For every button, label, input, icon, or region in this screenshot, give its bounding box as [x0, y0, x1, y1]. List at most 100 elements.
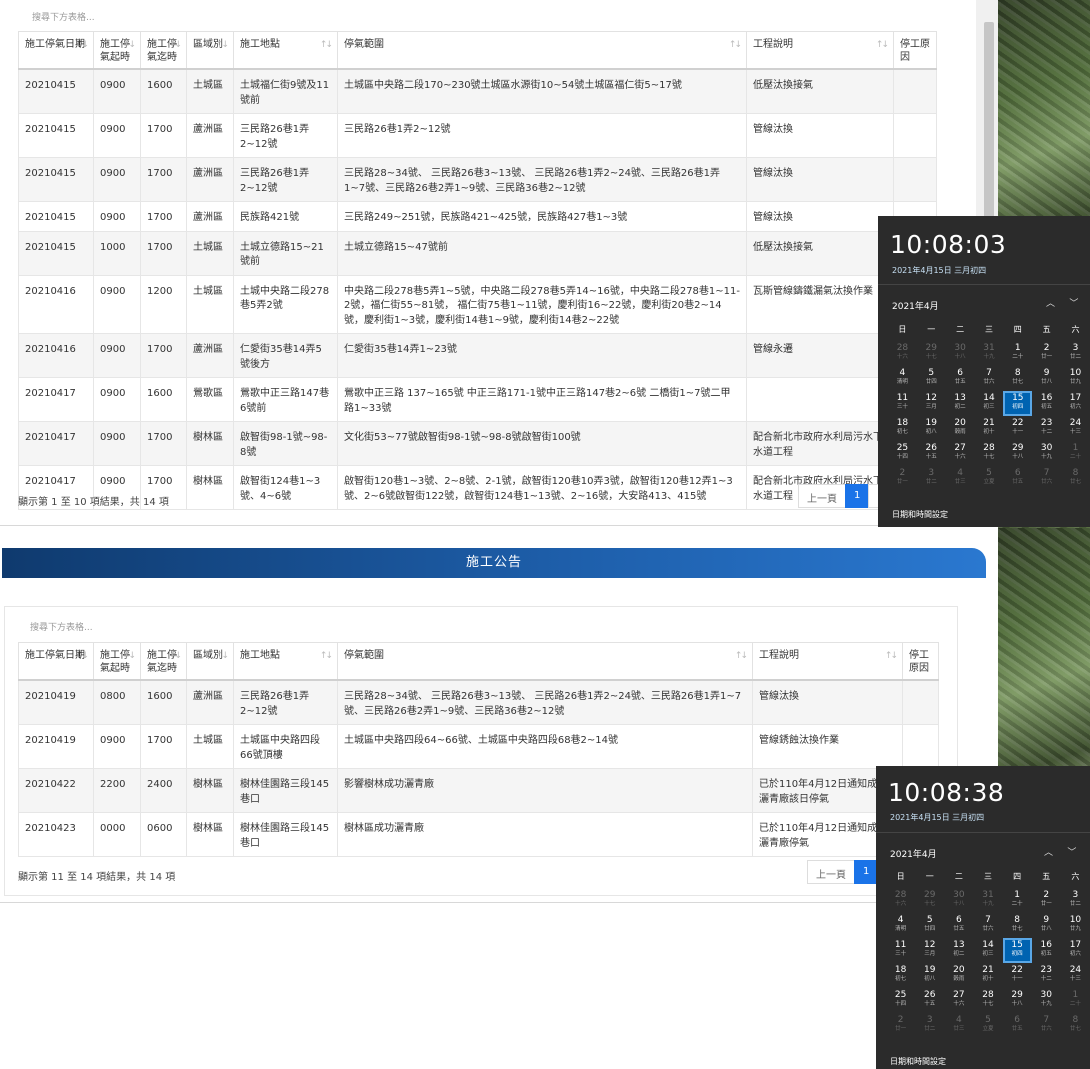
calendar-day[interactable]: 26 十五: [917, 441, 946, 466]
prev-page-button[interactable]: 上一頁: [798, 484, 846, 508]
calendar-day[interactable]: 6 廿五: [944, 913, 973, 938]
calendar-day[interactable]: 25 十四: [886, 988, 915, 1013]
calendar-day[interactable]: 23 十二: [1032, 963, 1061, 988]
calendar-day[interactable]: 16 初五: [1032, 938, 1061, 963]
calendar-day[interactable]: 25 十四: [888, 441, 917, 466]
calendar-day[interactable]: 6 廿五: [946, 366, 975, 391]
date-time-settings-link[interactable]: 日期和時間設定: [890, 1056, 946, 1067]
calendar-day[interactable]: 5 立夏: [975, 466, 1004, 491]
calendar-day[interactable]: 11 三十: [888, 391, 917, 416]
calendar-day[interactable]: 22 十一: [1003, 963, 1032, 988]
top-search-input[interactable]: 搜尋下方表格...: [32, 10, 95, 23]
header-col-description[interactable]: 工程說明 ↑↓: [752, 642, 903, 681]
header-col-district[interactable]: 區域別 ↑↓: [186, 31, 234, 70]
calendar-day[interactable]: 15 初四: [1002, 938, 1032, 963]
sort-arrows-icon[interactable]: ↑↓: [169, 40, 182, 51]
sort-arrows-icon[interactable]: ↑↓: [169, 651, 182, 662]
calendar-day[interactable]: 30 十九: [1032, 441, 1061, 466]
header-col-description[interactable]: 工程說明 ↑↓: [746, 31, 894, 70]
calendar-day[interactable]: 24 十三: [1061, 963, 1090, 988]
calendar-day[interactable]: 17 初六: [1061, 391, 1090, 416]
calendar-day[interactable]: 26 十五: [915, 988, 944, 1013]
page-button-1[interactable]: 1: [854, 860, 879, 884]
prev-page-button[interactable]: 上一頁: [807, 860, 855, 884]
calendar-day[interactable]: 7 廿六: [973, 913, 1002, 938]
calendar-day[interactable]: 23 十二: [1032, 416, 1061, 441]
sort-arrows-icon[interactable]: ↑↓: [320, 40, 333, 51]
calendar-day[interactable]: 14 初三: [975, 391, 1004, 416]
sort-arrows-icon[interactable]: ↑↓: [76, 40, 89, 51]
calendar-day[interactable]: 9 廿八: [1032, 913, 1061, 938]
clock-date-link[interactable]: 2021年4月15日 三月初四: [892, 265, 986, 276]
calendar-day[interactable]: 14 初三: [973, 938, 1002, 963]
calendar-day[interactable]: 18 初七: [888, 416, 917, 441]
calendar-day[interactable]: 3 廿二: [915, 1013, 944, 1038]
calendar-day[interactable]: 2 廿一: [1032, 341, 1061, 366]
header-col-reason[interactable]: 停工原因: [902, 642, 939, 681]
calendar-day[interactable]: 30 十八: [944, 888, 973, 913]
calendar-day[interactable]: 3 廿二: [1061, 341, 1090, 366]
page-button-1[interactable]: 1: [845, 484, 870, 508]
calendar-day[interactable]: 3 廿二: [917, 466, 946, 491]
calendar-day[interactable]: 13 初二: [946, 391, 975, 416]
calendar-day[interactable]: 21 初十: [973, 963, 1002, 988]
chevron-down-icon[interactable]: ﹀: [1067, 848, 1076, 858]
header-col-date[interactable]: 施工停氣日期 ↑↓: [18, 642, 94, 681]
chevron-up-icon[interactable]: ︿: [1044, 848, 1053, 858]
calendar-day[interactable]: 28 十七: [975, 441, 1004, 466]
calendar-day[interactable]: 1 二十: [1061, 988, 1090, 1013]
clock-date-link[interactable]: 2021年4月15日 三月初四: [890, 812, 984, 823]
calendar-day[interactable]: 28 十六: [886, 888, 915, 913]
sort-arrows-icon[interactable]: ↑↓: [216, 40, 229, 51]
calendar-day[interactable]: 22 十一: [1003, 416, 1032, 441]
calendar-day[interactable]: 29 十八: [1003, 441, 1032, 466]
calendar-day[interactable]: 5 立夏: [973, 1013, 1002, 1038]
calendar-day[interactable]: 12 三月: [917, 391, 946, 416]
sort-arrows-icon[interactable]: ↑↓: [123, 651, 136, 662]
calendar-day[interactable]: 19 初八: [915, 963, 944, 988]
calendar-day[interactable]: 29 十七: [915, 888, 944, 913]
calendar-day[interactable]: 1 二十: [1061, 441, 1090, 466]
calendar-day[interactable]: 4 廿三: [946, 466, 975, 491]
calendar-day[interactable]: 5 廿四: [917, 366, 946, 391]
calendar-day[interactable]: 10 廿九: [1061, 366, 1090, 391]
calendar-day[interactable]: 29 十七: [917, 341, 946, 366]
calendar-day[interactable]: 7 廿六: [1032, 1013, 1061, 1038]
calendar-day[interactable]: 18 初七: [886, 963, 915, 988]
calendar-day[interactable]: 24 十三: [1061, 416, 1090, 441]
header-col-range[interactable]: 停氣範圍 ↑↓: [337, 642, 753, 681]
header-col-range[interactable]: 停氣範圍 ↑↓: [337, 31, 747, 70]
calendar-day[interactable]: 31 十九: [973, 888, 1002, 913]
header-col-end[interactable]: 施工停氣迄時 ↑↓: [140, 642, 187, 681]
calendar-day[interactable]: 1 二十: [1003, 341, 1032, 366]
calendar-day[interactable]: 19 初八: [917, 416, 946, 441]
calendar-month-label[interactable]: 2021年4月: [890, 847, 937, 860]
calendar-day[interactable]: 29 十八: [1003, 988, 1032, 1013]
calendar-day[interactable]: 4 清明: [886, 913, 915, 938]
chevron-up-icon[interactable]: ︿: [1046, 299, 1055, 309]
header-col-location[interactable]: 施工地點 ↑↓: [233, 31, 338, 70]
sort-arrows-icon[interactable]: ↑↓: [876, 40, 889, 51]
calendar-day[interactable]: 17 初六: [1061, 938, 1090, 963]
sort-arrows-icon[interactable]: ↑↓: [885, 651, 898, 662]
calendar-day[interactable]: 11 三十: [886, 938, 915, 963]
sort-arrows-icon[interactable]: ↑↓: [76, 651, 89, 662]
sort-arrows-icon[interactable]: ↑↓: [216, 651, 229, 662]
calendar-day[interactable]: 31 十九: [975, 341, 1004, 366]
sort-arrows-icon[interactable]: ↑↓: [320, 651, 333, 662]
header-col-location[interactable]: 施工地點 ↑↓: [233, 642, 338, 681]
calendar-day[interactable]: 10 廿九: [1061, 913, 1090, 938]
calendar-day[interactable]: 30 十八: [946, 341, 975, 366]
calendar-day[interactable]: 20 穀雨: [944, 963, 973, 988]
date-time-settings-link[interactable]: 日期和時間設定: [892, 509, 948, 520]
calendar-day[interactable]: 28 十七: [973, 988, 1002, 1013]
header-col-start[interactable]: 施工停氣起時 ↑↓: [93, 642, 141, 681]
calendar-day[interactable]: 8 廿七: [1003, 366, 1032, 391]
sort-arrows-icon[interactable]: ↑↓: [729, 40, 742, 51]
calendar-day[interactable]: 5 廿四: [915, 913, 944, 938]
calendar-day[interactable]: 16 初五: [1032, 391, 1061, 416]
header-col-end[interactable]: 施工停氣迄時 ↑↓: [140, 31, 187, 70]
calendar-day[interactable]: 7 廿六: [1032, 466, 1061, 491]
calendar-day[interactable]: 6 廿五: [1003, 466, 1032, 491]
sort-arrows-icon[interactable]: ↑↓: [735, 651, 748, 662]
